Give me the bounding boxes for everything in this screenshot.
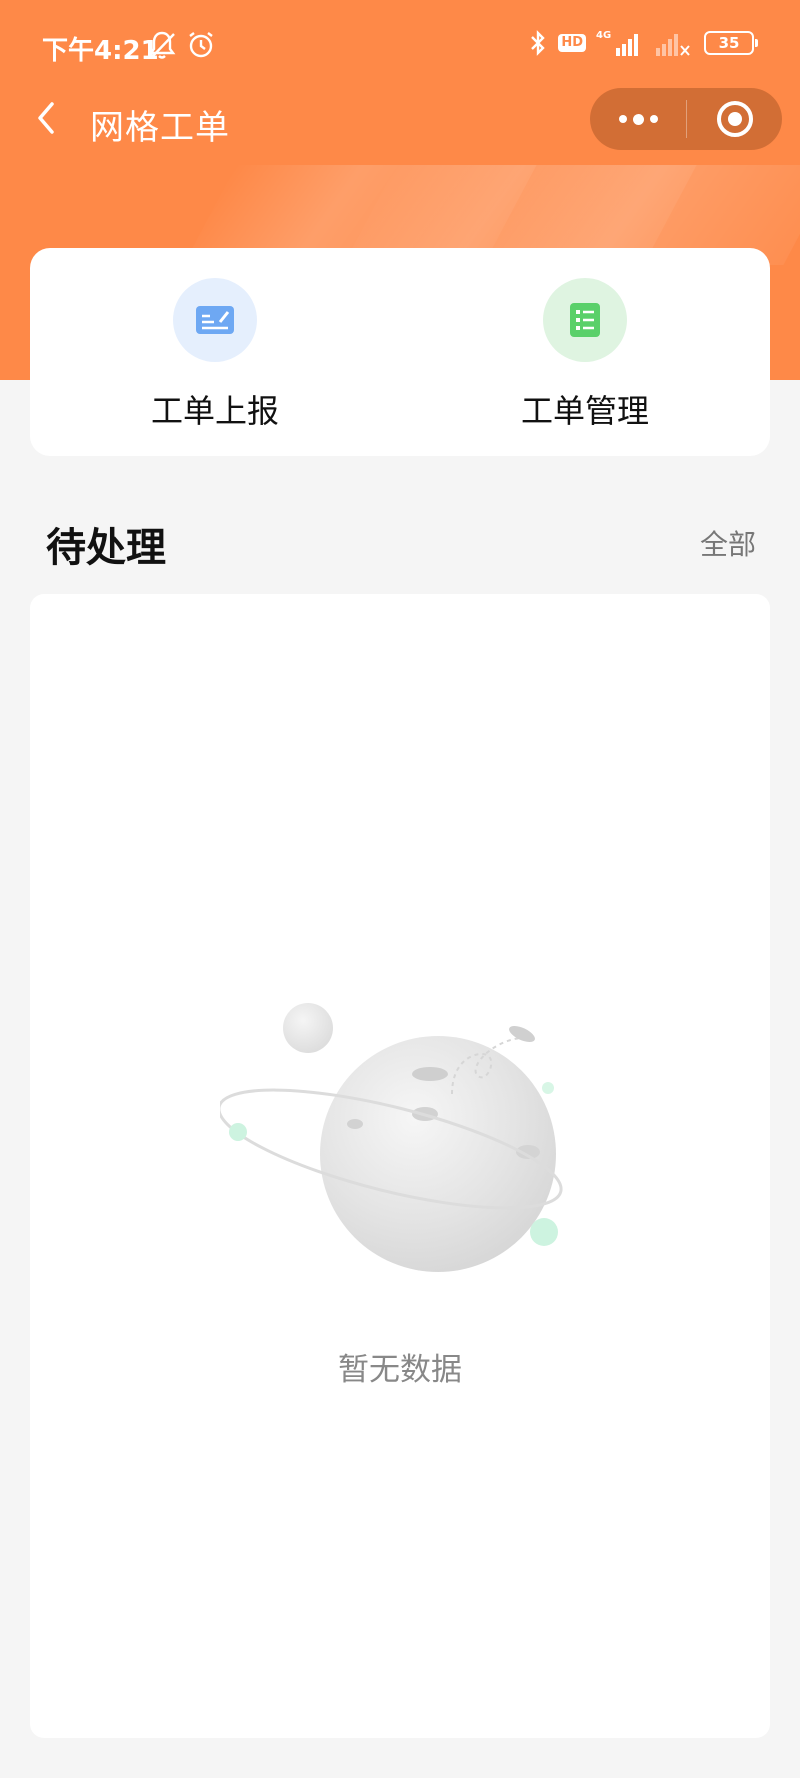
close-miniprogram-button[interactable]: [687, 88, 782, 150]
signal-empty-icon: [656, 34, 690, 56]
battery-level: 35: [718, 34, 740, 52]
signal-strength-icon: 4G: [596, 30, 638, 56]
battery-indicator: 35: [704, 31, 758, 55]
empty-state-text: 暂无数据: [338, 1352, 462, 1388]
bluetooth-icon: [531, 30, 546, 56]
back-button[interactable]: [28, 98, 68, 138]
target-circle-icon: [716, 101, 753, 137]
pending-list: 暂无数据: [30, 594, 770, 1738]
navigation-bar: 网格工单: [0, 88, 800, 152]
action-manage-orders[interactable]: 工单管理: [400, 248, 770, 456]
status-bar: 下午4:21 HD 4G 35: [0, 0, 800, 92]
status-time: 下午4:21: [42, 36, 159, 66]
report-edit-icon: [173, 278, 257, 362]
svg-text:4G: 4G: [596, 30, 611, 41]
pending-section-header: 待处理 全部: [46, 515, 756, 571]
action-label: 工单上报: [150, 392, 279, 430]
list-manage-icon: [543, 278, 627, 362]
chevron-left-icon: [38, 102, 54, 134]
more-menu-button[interactable]: [590, 88, 686, 150]
action-report-order[interactable]: 工单上报: [30, 248, 400, 456]
section-title: 待处理: [46, 525, 166, 571]
quick-actions-card: 工单上报 工单管理: [30, 248, 770, 456]
alarm-icon: [189, 32, 213, 58]
action-label: 工单管理: [520, 392, 649, 430]
miniprogram-capsule: [590, 88, 782, 150]
bell-muted-icon: [148, 31, 176, 59]
page-title: 网格工单: [90, 108, 230, 148]
hd-badge: HD: [558, 34, 586, 52]
view-all-link[interactable]: 全部: [700, 523, 756, 563]
planet-empty-illustration: [220, 1003, 563, 1272]
